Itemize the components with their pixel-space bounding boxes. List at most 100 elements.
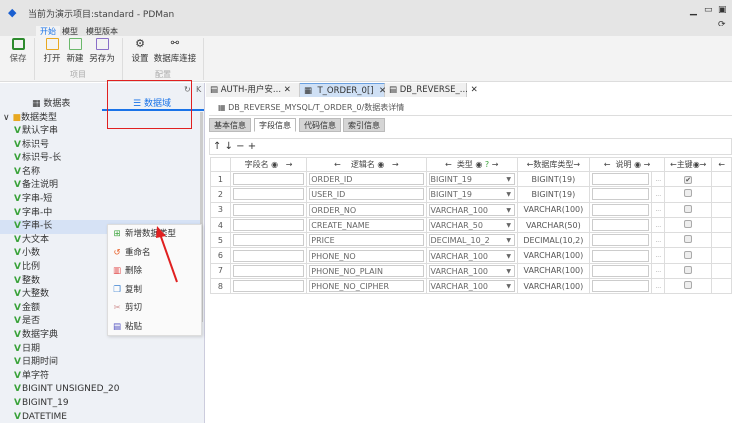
field-name-input[interactable] — [232, 203, 305, 216]
subtab-basic[interactable]: 基本信息 — [209, 118, 251, 132]
tree-item[interactable]: VBIGINT_19 — [0, 397, 200, 411]
type-select[interactable]: VARCHAR_100 ▼ — [428, 280, 515, 293]
header-logical-name[interactable]: ← 逻辑名 ◉ → — [306, 157, 427, 172]
tree-item[interactable]: VDATETIME — [0, 411, 200, 424]
menu-item-cut[interactable]: ✂ 剪切 — [108, 299, 201, 318]
comment-more-button[interactable]: ... — [651, 278, 666, 295]
type-select[interactable]: VARCHAR_100 ▼ — [428, 264, 515, 277]
tree-item[interactable]: V标识号 — [0, 139, 200, 153]
comment-cell[interactable] — [588, 262, 653, 280]
primary-key-checkbox[interactable] — [684, 204, 693, 213]
logical-name-input[interactable]: ORDER_ID — [309, 173, 424, 186]
logical-name-input[interactable]: USER_ID — [309, 188, 424, 201]
primary-key-cell[interactable] — [664, 278, 713, 295]
subtab-index[interactable]: 索引信息 — [343, 118, 385, 132]
maximize-button[interactable]: ▭ — [704, 5, 713, 15]
header-db-type[interactable]: ←数据库类型→ — [516, 157, 590, 172]
header-field-name[interactable]: 字段名 ◉ → — [229, 157, 308, 172]
comment-cell[interactable] — [588, 247, 653, 264]
logical-name-cell[interactable]: PHONE_NO_PLAIN — [306, 262, 427, 280]
type-cell[interactable]: VARCHAR_100 ▼ — [425, 201, 518, 218]
comment-cell[interactable] — [588, 170, 653, 188]
comment-cell[interactable] — [588, 201, 653, 218]
doc-tab-active[interactable]: ▦ T_ORDER_0[] ✕ — [300, 83, 386, 97]
comment-more-button[interactable]: ... — [651, 201, 666, 218]
logical-name-input[interactable]: PHONE_NO — [309, 249, 424, 262]
field-name-cell[interactable] — [229, 170, 308, 188]
logical-name-cell[interactable]: CREATE_NAME — [306, 216, 427, 234]
tree-item[interactable]: V字串-短 — [0, 193, 200, 207]
tree-item[interactable]: V单字符 — [0, 370, 200, 384]
logical-name-input[interactable]: CREATE_NAME — [309, 219, 424, 232]
type-select[interactable]: DECIMAL_10_2 ▼ — [428, 234, 515, 247]
primary-key-cell[interactable] — [664, 216, 713, 234]
type-select[interactable]: VARCHAR_100 ▼ — [428, 249, 515, 262]
field-name-cell[interactable] — [229, 232, 308, 249]
type-cell[interactable]: BIGINT_19 ▼ — [425, 186, 518, 203]
comment-cell[interactable] — [588, 232, 653, 249]
tree-item[interactable]: V名称 — [0, 166, 200, 180]
tree-item[interactable]: V日期 — [0, 343, 200, 357]
minimize-button[interactable]: ▁ — [690, 6, 697, 16]
logical-name-input[interactable]: PHONE_NO_CIPHER — [309, 280, 424, 293]
tree-root[interactable]: ∨ ■数据类型 — [0, 112, 200, 126]
field-name-input[interactable] — [232, 219, 305, 232]
type-cell[interactable]: DECIMAL_10_2 ▼ — [425, 232, 518, 249]
field-name-input[interactable] — [232, 234, 305, 247]
field-name-cell[interactable] — [229, 186, 308, 203]
subtab-fields[interactable]: 字段信息 — [254, 118, 296, 132]
settings-button[interactable]: ⚙ 设置 — [128, 38, 152, 65]
move-up-button[interactable]: ↑ — [213, 141, 221, 152]
field-name-cell[interactable] — [229, 201, 308, 218]
logical-name-input[interactable]: ORDER_NO — [309, 203, 424, 216]
primary-key-cell[interactable] — [664, 247, 713, 264]
collapse-icon[interactable]: K — [196, 85, 201, 94]
comment-more-button[interactable]: ... — [651, 216, 666, 234]
tree-item[interactable]: V标识号-长 — [0, 152, 200, 166]
logical-name-cell[interactable]: ORDER_NO — [306, 201, 427, 218]
comment-input[interactable] — [591, 249, 650, 262]
doc-tab[interactable]: ▤ AUTH-用户安... ✕ — [206, 83, 300, 97]
primary-key-checkbox[interactable] — [684, 220, 693, 229]
close-button[interactable]: ▣ — [718, 5, 727, 15]
ribbon-tab-model[interactable]: 模型 — [58, 26, 82, 37]
logical-name-cell[interactable]: USER_ID — [306, 186, 427, 203]
primary-key-cell[interactable]: ✔ — [664, 170, 713, 188]
field-name-cell[interactable] — [229, 262, 308, 280]
comment-more-button[interactable]: ... — [651, 262, 666, 280]
primary-key-cell[interactable] — [664, 262, 713, 280]
field-name-cell[interactable] — [229, 278, 308, 295]
type-cell[interactable]: VARCHAR_50 ▼ — [425, 216, 518, 234]
tab-tables[interactable]: ▦ 数据表 — [32, 96, 70, 109]
field-name-input[interactable] — [232, 249, 305, 262]
comment-cell[interactable] — [588, 216, 653, 234]
header-primary-key[interactable]: ←主键◉→ — [664, 157, 713, 172]
primary-key-checkbox[interactable]: ✔ — [684, 175, 693, 184]
type-select[interactable]: BIGINT_19 ▼ — [428, 188, 515, 201]
save-button[interactable]: 保存 — [6, 38, 30, 64]
type-cell[interactable]: VARCHAR_100 ▼ — [425, 278, 518, 295]
move-down-button[interactable]: ↓ — [225, 141, 233, 152]
tree-item[interactable]: V默认字串 — [0, 125, 200, 139]
primary-key-cell[interactable] — [664, 186, 713, 203]
type-cell[interactable]: BIGINT_19 ▼ — [425, 170, 518, 188]
primary-key-checkbox[interactable] — [684, 281, 693, 290]
open-button[interactable]: 打开 — [40, 38, 64, 64]
field-name-cell[interactable] — [229, 247, 308, 264]
type-cell[interactable]: VARCHAR_100 ▼ — [425, 247, 518, 264]
menu-item-paste[interactable]: ▤ 粘贴 — [108, 318, 201, 337]
primary-key-cell[interactable] — [664, 201, 713, 218]
comment-input[interactable] — [591, 264, 650, 277]
type-select[interactable]: VARCHAR_100 ▼ — [428, 203, 515, 216]
ribbon-tab-start[interactable]: 开始 — [36, 26, 60, 37]
comment-input[interactable] — [591, 280, 650, 293]
field-name-input[interactable] — [232, 173, 305, 186]
comment-cell[interactable] — [588, 278, 653, 295]
logical-name-cell[interactable]: PHONE_NO_CIPHER — [306, 278, 427, 295]
primary-key-checkbox[interactable] — [684, 235, 693, 244]
primary-key-cell[interactable] — [664, 232, 713, 249]
logical-name-cell[interactable]: PHONE_NO — [306, 247, 427, 264]
remove-row-button[interactable]: − — [236, 141, 244, 152]
comment-cell[interactable] — [588, 186, 653, 203]
comment-input[interactable] — [591, 188, 650, 201]
